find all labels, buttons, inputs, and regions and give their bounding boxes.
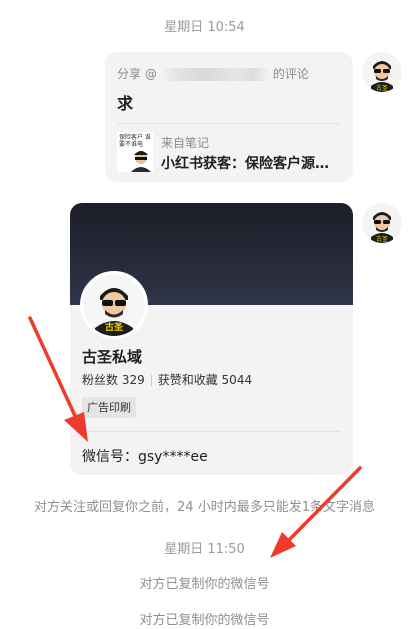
sender-avatar-2[interactable]: 古圣 — [362, 203, 402, 243]
avatar-caption: 古圣 — [376, 84, 388, 92]
profile-avatar[interactable]: 古圣 — [80, 271, 148, 339]
cartoon-man-sunglasses-icon: 古圣 — [83, 274, 145, 336]
share-header-suffix: 的评论 — [272, 67, 309, 81]
likes-count: 获赞和收藏 5044 — [157, 373, 253, 387]
profile-card[interactable]: 古圣 古圣私域 粉丝数 329 获赞和收藏 5044 广告印刷 微信号：gsy**… — [70, 203, 353, 475]
timestamp-1054: 星期日 10:54 — [164, 20, 245, 35]
profile-name: 古圣私域 — [82, 348, 143, 366]
copied-wechat-notice-2: 对方已复制你的微信号 — [139, 613, 270, 628]
stats-separator — [150, 375, 152, 386]
message-limit-notice: 对方关注或回复你之前，24 小时内最多只能发1条文字消息 — [34, 500, 375, 515]
followers-count: 粉丝数 329 — [82, 373, 145, 387]
avatar-caption: 古圣 — [376, 235, 388, 243]
cartoon-man-sunglasses-icon: 古圣 — [362, 52, 402, 92]
share-header-prefix: 分享 @ — [117, 67, 157, 81]
thumbnail-man-icon — [131, 151, 151, 172]
note-title[interactable]: 小红书获客：保险客户源… — [161, 153, 329, 173]
cartoon-man-sunglasses-icon: 古圣 — [362, 203, 402, 243]
blurred-username — [160, 68, 269, 81]
share-header: 分享 @ 的评论 — [117, 65, 309, 82]
avatar-caption: 古圣 — [105, 321, 124, 333]
copied-wechat-notice-1: 对方已复制你的微信号 — [139, 577, 270, 592]
profile-stats: 粉丝数 329 获赞和收藏 5044 — [82, 371, 252, 388]
profile-tag: 广告印刷 — [82, 397, 136, 418]
timestamp-1150: 星期日 11:50 — [164, 542, 245, 557]
sender-avatar[interactable]: 古圣 — [362, 52, 402, 92]
shared-comment-text: 求 — [117, 94, 134, 113]
note-thumbnail[interactable]: 保险客户 谁要不谁电 — [117, 132, 153, 172]
note-source-label: 来自笔记 — [161, 136, 210, 150]
shared-comment-card[interactable]: 分享 @ 的评论 求 保险客户 谁要不谁电 来自笔记 小红书获客：保险客户源… — [105, 52, 353, 182]
card-divider — [117, 123, 341, 124]
profile-divider — [82, 431, 341, 432]
wechat-id[interactable]: 微信号：gsy****ee — [82, 446, 208, 466]
